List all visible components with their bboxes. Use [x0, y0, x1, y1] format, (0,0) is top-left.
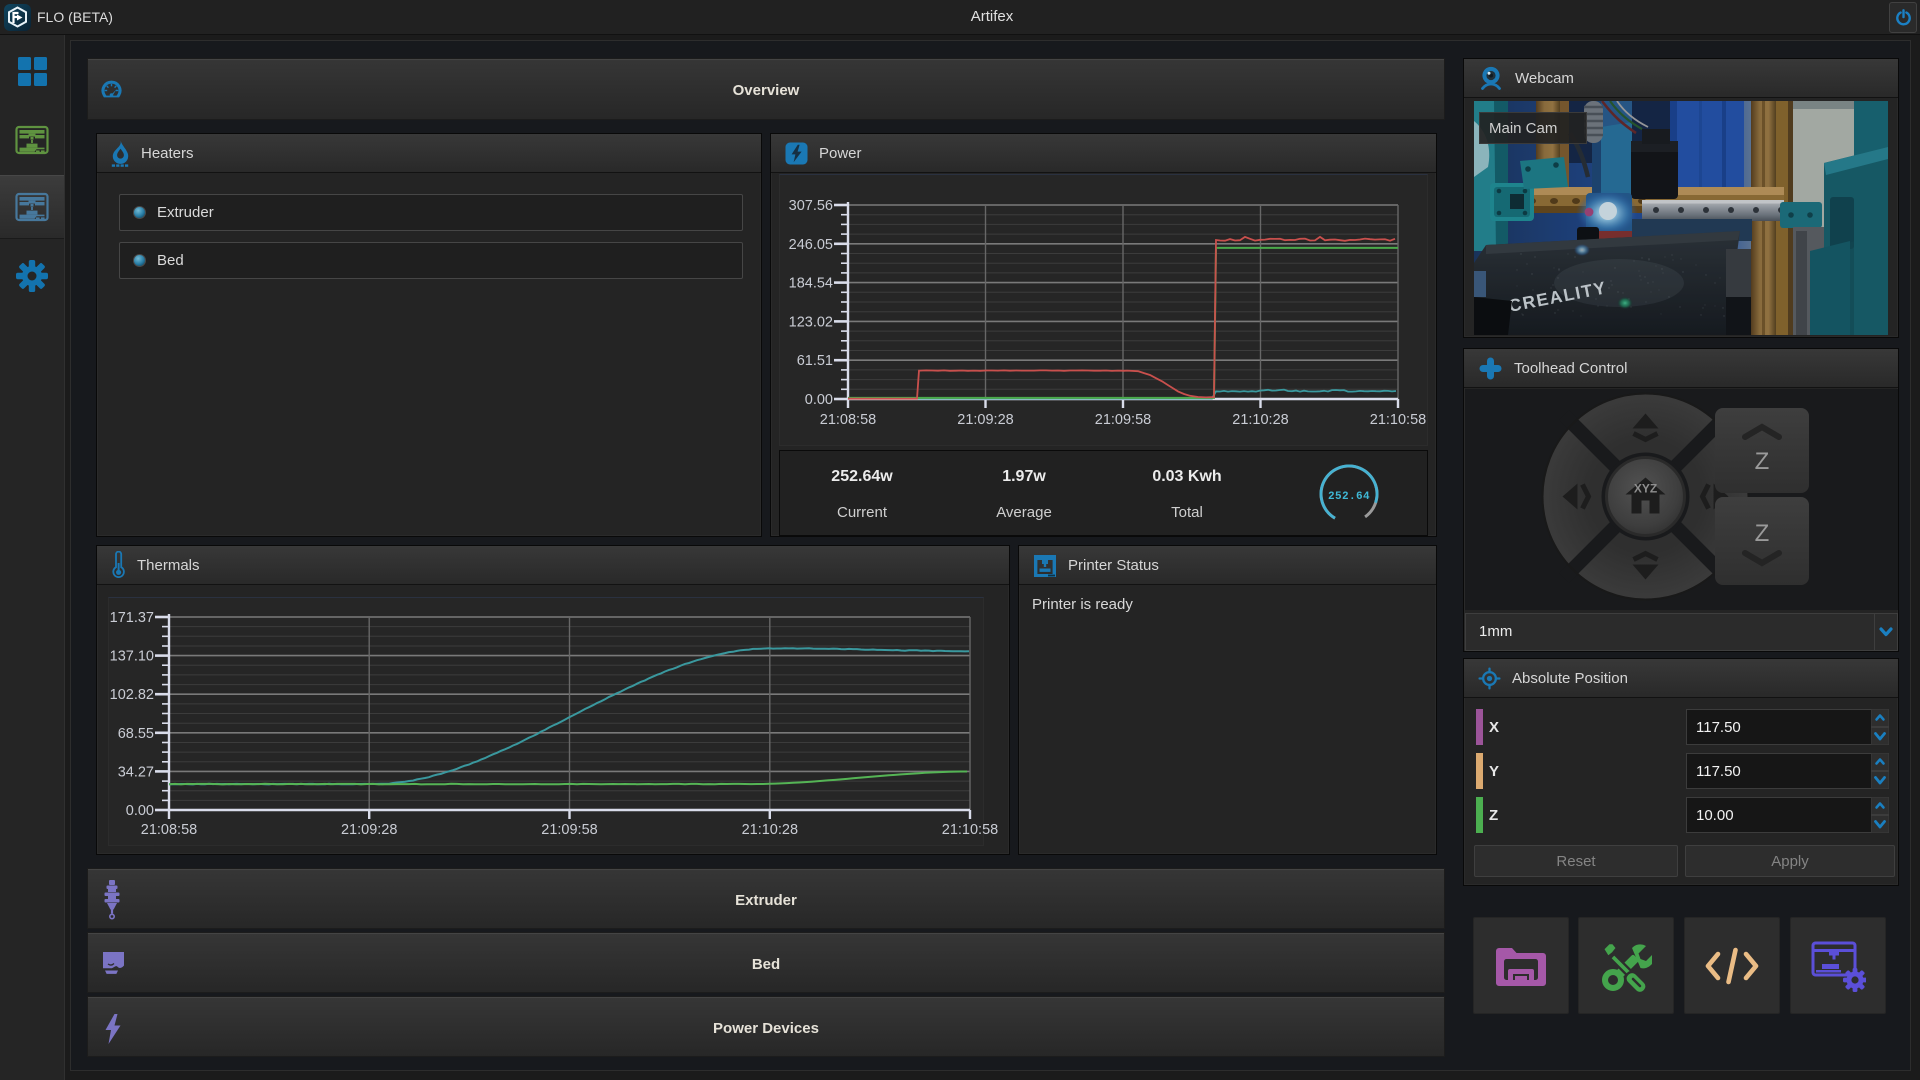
svg-text:Z: Z [1755, 448, 1770, 475]
svg-text:21:09:58: 21:09:58 [541, 822, 597, 838]
svg-text:246.05: 246.05 [789, 237, 833, 253]
svg-text:102.82: 102.82 [110, 687, 154, 703]
svg-text:252.64: 252.64 [1328, 491, 1370, 503]
svg-text:21:10:28: 21:10:28 [1232, 412, 1288, 428]
svg-text:171.37: 171.37 [110, 610, 154, 626]
svg-text:21:10:28: 21:10:28 [742, 822, 798, 838]
svg-text:21:08:58: 21:08:58 [141, 822, 197, 838]
svg-text:184.54: 184.54 [789, 276, 833, 292]
svg-text:XYZ: XYZ [1634, 482, 1657, 496]
svg-text:61.51: 61.51 [797, 353, 833, 369]
svg-text:21:10:58: 21:10:58 [942, 822, 998, 838]
svg-text:21:10:58: 21:10:58 [1370, 412, 1426, 428]
svg-text:68.55: 68.55 [118, 726, 154, 742]
svg-text:34.27: 34.27 [118, 764, 154, 780]
svg-text:307.56: 307.56 [789, 198, 833, 214]
svg-text:21:08:58: 21:08:58 [820, 412, 876, 428]
svg-text:137.10: 137.10 [110, 649, 154, 665]
svg-text:21:09:28: 21:09:28 [957, 412, 1013, 428]
svg-text:Z: Z [1755, 520, 1770, 547]
svg-text:21:09:58: 21:09:58 [1095, 412, 1151, 428]
svg-text:0.00: 0.00 [805, 392, 833, 408]
svg-text:0.00: 0.00 [126, 803, 154, 819]
svg-text:123.02: 123.02 [789, 314, 833, 330]
svg-text:21:09:28: 21:09:28 [341, 822, 397, 838]
